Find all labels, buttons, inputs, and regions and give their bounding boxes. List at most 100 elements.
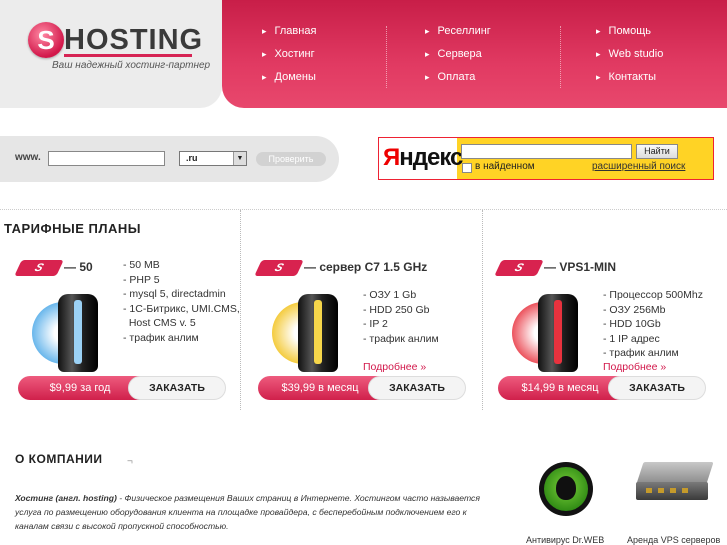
drweb-link[interactable]: Антивирус Dr.WEB (526, 535, 604, 545)
corner-mark-icon: ¬ (127, 456, 133, 467)
nav-column-2: ▸ Реселлинг ▸ Сервера ▸ Оплата (425, 20, 491, 89)
order-button[interactable]: ЗАКАЗАТЬ (128, 376, 226, 400)
feature-item: - ОЗУ 1 Gb (363, 289, 417, 301)
yandex-search-input[interactable] (461, 144, 632, 159)
feature-item: - трафик анлим (123, 331, 199, 344)
domain-check-panel: www. .ru ▼ Проверить (0, 136, 339, 182)
more-link[interactable]: Подробнее » (363, 361, 426, 373)
yandex-search-widget: Яндекс Найти в найденном расширенный пои… (378, 137, 714, 180)
about-text: Хостинг (англ. hosting) - Физическое раз… (15, 491, 487, 533)
feature-item: - трафик анлим (363, 332, 439, 345)
server-rack-icon[interactable] (636, 462, 714, 504)
server-tower-icon (32, 288, 110, 374)
rack-led (658, 488, 664, 493)
chevron-down-icon[interactable]: ▼ (233, 152, 246, 165)
tower-stripe (314, 300, 322, 364)
nav-item-contacts[interactable]: ▸ Контакты (596, 66, 663, 89)
price-bar: $9,99 за год ЗАКАЗАТЬ (18, 376, 228, 402)
feature-item: - HDD 10Gb (603, 318, 661, 330)
feature-item: - PHP 5 (123, 273, 160, 286)
nav-item-reselling[interactable]: ▸ Реселлинг (425, 20, 491, 43)
nav-item-domains[interactable]: ▸ Домены (262, 66, 316, 89)
zone-select-value: .ru (186, 153, 198, 163)
rack-led (670, 488, 676, 493)
nav-item-label: Оплата (437, 71, 476, 83)
about-title: О КОМПАНИИ (15, 452, 103, 466)
nav-item-label: Контакты (608, 71, 657, 83)
bullet-icon: ▸ (262, 26, 267, 36)
tower-stripe (554, 300, 562, 364)
nav-item-label: Помощь (608, 25, 652, 37)
order-button[interactable]: ЗАКАЗАТЬ (608, 376, 706, 400)
search-in-results-checkbox[interactable] (462, 163, 472, 173)
domain-input[interactable] (48, 151, 165, 166)
nav-item-web-studio[interactable]: ▸ Web studio (596, 43, 663, 66)
plan-features: - 50 MB - PHP 5 - mysql 5, directadmin -… (123, 258, 240, 345)
yandex-logo-area: Яндекс (379, 138, 463, 179)
feature-item: - mysql 5, directadmin (123, 288, 226, 300)
price-bar: $14,99 в месяц ЗАКАЗАТЬ (498, 376, 708, 402)
nav-divider (560, 26, 561, 88)
nav-item-label: Web studio (608, 48, 664, 60)
logo-wordmark: HOSTING (64, 24, 204, 56)
bullet-icon: ▸ (425, 49, 430, 59)
bullet-icon: ▸ (596, 49, 601, 59)
nav-item-help[interactable]: ▸ Помощь (596, 20, 663, 43)
feature-item: - 1С-Битрикс, UMI.CMS, (123, 302, 240, 315)
plan-name: — сервер С7 1.5 GHz (304, 260, 428, 274)
main-nav: ▸ Главная ▸ Хостинг ▸ Домены ▸ Реселлинг ▸ Се… (222, 0, 727, 108)
nav-item-payment[interactable]: ▸ Оплата (425, 66, 491, 89)
server-tower-icon (512, 288, 590, 374)
nav-column-3: ▸ Помощь ▸ Web studio ▸ Контакты (596, 20, 663, 89)
logo-icon: S (28, 22, 64, 58)
bullet-icon: ▸ (425, 26, 430, 36)
plan-badge: S (14, 260, 64, 276)
bullet-icon: ▸ (262, 49, 267, 59)
feature-item: - HDD 250 Gb (363, 303, 430, 316)
nav-divider (386, 26, 387, 88)
advanced-search-link[interactable]: расширенный поиск (592, 161, 685, 172)
vps-rent-link[interactable]: Аренда VPS серверов (627, 535, 720, 545)
check-domain-button[interactable]: Проверить (256, 152, 326, 166)
plan-name: — 50 (64, 260, 93, 274)
order-button[interactable]: ЗАКАЗАТЬ (368, 376, 466, 400)
yandex-search-button[interactable]: Найти (636, 144, 678, 159)
yandex-logo[interactable]: Яндекс (383, 144, 463, 172)
plan-badge: S (254, 260, 304, 276)
feature-item: - трафик анлим (603, 347, 679, 359)
nav-item-hosting[interactable]: ▸ Хостинг (262, 43, 316, 66)
more-link[interactable]: Подробнее » (603, 361, 666, 373)
logo-area[interactable]: S HOSTING Ваш надежный хостинг-партнер (0, 0, 222, 108)
nav-item-label: Главная (274, 25, 317, 37)
nav-item-label: Реселлинг (437, 25, 491, 37)
feature-item: - Процессор 500Mhz (603, 289, 703, 301)
feature-item: - ОЗУ 256Mb (603, 303, 666, 316)
rack-top (636, 462, 714, 484)
search-in-results-label: в найденном (475, 161, 535, 172)
bullet-icon: ▸ (596, 72, 601, 82)
spider-shape (556, 476, 576, 500)
plan-card-server-c7: S — сервер С7 1.5 GHz - ОЗУ 1 Gb - HDD 2… (254, 256, 488, 406)
plan-card-50: S — 50 - 50 MB - PHP 5 - mysql 5, direct… (14, 256, 248, 406)
drweb-spider-icon[interactable] (539, 462, 593, 516)
plan-price: $9,99 за год (18, 376, 142, 400)
bullet-icon: ▸ (596, 26, 601, 36)
s-logo-icon: S (254, 260, 304, 276)
rack-led (682, 488, 688, 493)
plans-title: ТАРИФНЫЕ ПЛАНЫ (4, 221, 141, 236)
plan-features: - Процессор 500Mhz - ОЗУ 256Mb - HDD 10G… (603, 288, 703, 361)
bullet-icon: ▸ (425, 72, 430, 82)
s-logo-icon: S (14, 260, 64, 276)
logo-tagline: Ваш надежный хостинг-партнер (52, 60, 211, 71)
plan-badge: S (494, 260, 544, 276)
nav-item-label: Хостинг (274, 48, 315, 60)
yandex-logo-first: Я (383, 144, 400, 171)
price-bar: $39,99 в месяц ЗАКАЗАТЬ (258, 376, 468, 402)
feature-item: Host CMS v. 5 (123, 317, 196, 329)
plan-price: $39,99 в месяц (258, 376, 382, 400)
tower-stripe (74, 300, 82, 364)
nav-item-home[interactable]: ▸ Главная (262, 20, 316, 43)
server-tower-icon (272, 288, 350, 374)
zone-select[interactable]: .ru ▼ (179, 151, 247, 166)
nav-item-servers[interactable]: ▸ Сервера (425, 43, 491, 66)
